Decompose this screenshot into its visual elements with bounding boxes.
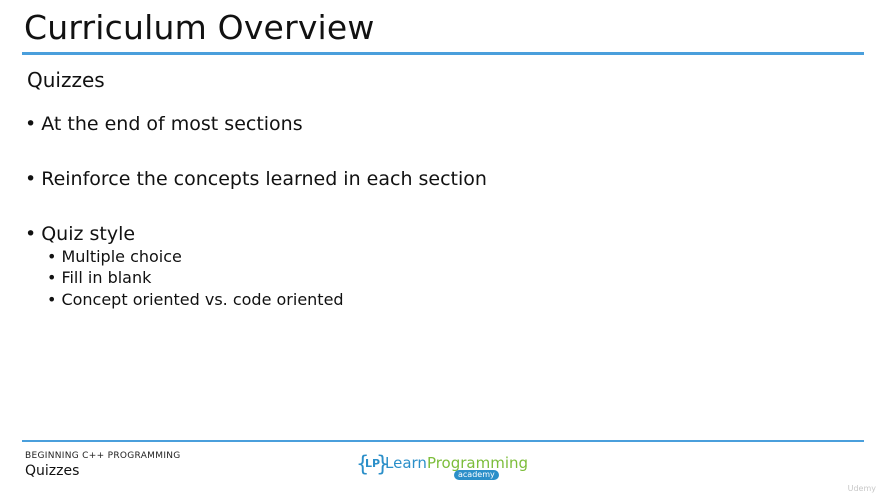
bullet-dot-icon: • (47, 290, 57, 309)
udemy-watermark: Udemy (847, 484, 876, 493)
sub-bullet-item: • Concept oriented vs. code oriented (47, 290, 344, 310)
slide: Curriculum Overview Quizzes • At the end … (0, 0, 884, 500)
title-divider (22, 52, 864, 55)
section-name: Quizzes (25, 463, 80, 479)
learnprogramming-academy-logo: { LP } LearnProgramming academy (356, 451, 528, 481)
bullet-item: • Quiz style (25, 222, 135, 246)
logo-academy-badge: academy (454, 470, 499, 480)
bullet-text: Reinforce the concepts learned in each s… (41, 168, 487, 190)
bullet-text: Quiz style (41, 223, 136, 245)
sub-bullet-item: • Multiple choice (47, 247, 182, 267)
bullet-dot-icon: • (25, 113, 37, 135)
bullet-item: • At the end of most sections (25, 112, 303, 136)
sub-bullet-text: Fill in blank (61, 268, 152, 287)
logo-learn-text: Learn (385, 454, 427, 472)
bullet-dot-icon: • (25, 168, 37, 190)
bullet-dot-icon: • (47, 268, 57, 287)
sub-bullet-item: • Fill in blank (47, 268, 151, 288)
bullet-dot-icon: • (47, 247, 57, 266)
bullet-dot-icon: • (25, 223, 37, 245)
slide-title: Curriculum Overview (24, 8, 375, 47)
course-name: BEGINNING C++ PROGRAMMING (25, 451, 181, 461)
bullet-item: • Reinforce the concepts learned in each … (25, 167, 487, 191)
slide-subtitle: Quizzes (27, 68, 105, 92)
sub-bullet-text: Concept oriented vs. code oriented (61, 290, 344, 309)
footer-divider (22, 440, 864, 442)
sub-bullet-text: Multiple choice (61, 247, 182, 266)
bullet-text: At the end of most sections (41, 113, 303, 135)
